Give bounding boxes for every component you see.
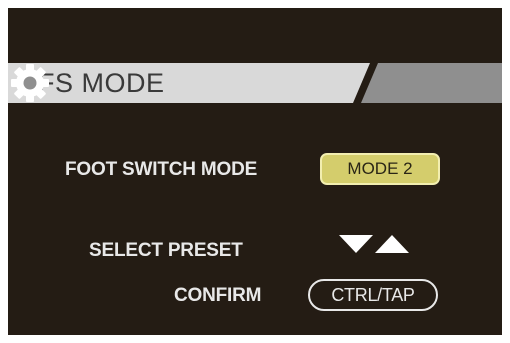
title-bar: FS MODE — [8, 63, 502, 103]
down-arrow-icon[interactable] — [339, 235, 373, 253]
gear-icon[interactable] — [8, 63, 52, 103]
foot-switch-mode-label: FOOT SWITCH MODE — [65, 159, 258, 180]
select-preset-label: SELECT PRESET — [89, 240, 243, 261]
page-title: FS MODE — [38, 68, 165, 98]
up-arrow-icon[interactable] — [375, 235, 409, 253]
confirm-label: CONFIRM — [174, 285, 262, 306]
mode-button[interactable]: MODE 2 — [320, 153, 440, 185]
ctrl-tap-button[interactable]: CTRL/TAP — [308, 279, 438, 311]
preset-arrows — [339, 235, 419, 255]
device-screen: FS MODE FOOT SWITCH MODE MODE 2 SELECT P… — [8, 8, 502, 335]
